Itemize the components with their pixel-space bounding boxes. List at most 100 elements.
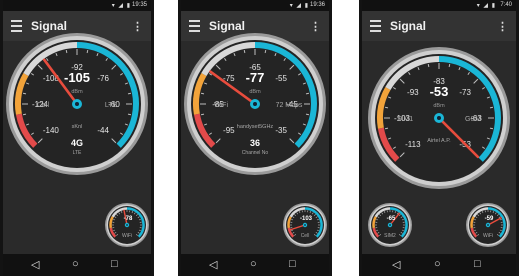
tick-label: -44 [97,126,109,135]
app-bar: Signal ⋮ [362,11,516,41]
signal-unit: dBm [71,89,83,95]
app-title: Signal [31,19,68,33]
operator-label: handyset5GHz [237,124,274,130]
status-bar: ▾ ◢ ▮ 7:40 [362,0,516,11]
network-left-label: WiFi [214,102,228,109]
gauge-tick [65,49,68,54]
sub-label: Channel No [242,150,269,156]
hamburger-menu-icon[interactable] [189,20,200,32]
network-right-label: GSM [465,116,481,123]
gauge-hub-center [304,224,306,226]
signal-value: -105 [64,70,90,85]
nav-recents-icon[interactable]: □ [474,258,481,270]
status-time: 19:36 [309,2,325,8]
nav-back-icon[interactable]: ◁ [31,258,39,271]
phone-screen-1: ▾ ◢ ▮ 19:35 Signal ⋮ -140 -124 -108 -92 -76-… [0,0,154,276]
mini-gauge-sim2[interactable]: -65 SIM2 [367,202,413,248]
signal-unit: dBm [433,103,445,109]
nav-home-icon[interactable]: ○ [72,258,79,270]
status-icons: ▾ ◢ ▮ [289,3,309,9]
nav-recents-icon[interactable]: □ [111,258,118,270]
signal-gauge: -95-85-75-65-55-45-35-77dBmWiFi 72 Mbpsha… [184,33,326,175]
signal-gauge: -140-124-108-92-76-60-44-105dBmCell LTEsK… [6,33,148,175]
mini-value: -78 [124,216,133,222]
tick-label: -95 [223,126,235,135]
signal-unit: dBm [249,89,261,95]
gauge-tick [22,113,27,116]
app-title: Signal [209,19,246,33]
tick-label: -113 [405,140,421,149]
nav-home-icon[interactable]: ○ [250,258,257,270]
gauge-tick [384,106,389,109]
gauge-hub-center [437,116,441,120]
gauge-hub-center [75,102,79,106]
nav-bar: ◁ ○ □ [181,254,329,276]
gauge-tick [86,49,89,54]
network-right-label: LTE [105,102,118,109]
gauge-tick [384,127,389,130]
mini-gauge-cell[interactable]: -103 Cell [282,202,328,248]
status-bar: ▾ ◢ ▮ 19:36 [181,0,329,11]
signal-value: -53 [430,84,449,99]
screen-3: ▾ ◢ ▮ 7:40 Signal ⋮ -113 -103 -93 -83 -73 -63… [362,0,516,276]
phone-screen-2: ▾ ◢ ▮ 19:36 Signal ⋮ -95 -85 -75 -65 -55 -45-… [178,0,332,276]
mini-gauge-wifi[interactable]: -78 WiFi [104,202,150,248]
gauge-tick [489,127,494,130]
gauge-tick [22,92,27,95]
gauge-hub-center [389,224,391,226]
gauge-hub-center [126,224,128,226]
mini-value: -65 [387,216,396,222]
tick-label: -35 [275,126,287,135]
mini-gauge-wifi[interactable]: -59 WiFi [465,202,511,248]
nav-back-icon[interactable]: ◁ [392,258,400,271]
network-right-label: 72 Mbps [276,102,303,109]
mini-label: WiFi [483,233,493,239]
app-title: Signal [390,19,427,33]
sub-value: 36 [250,138,260,148]
tick-label: -140 [43,126,60,135]
mini-value: -103 [300,216,313,222]
gauge-tick [200,113,205,116]
gauge-tick [200,92,205,95]
gauge-tick [127,92,132,95]
tick-label: -76 [97,74,109,83]
hamburger-menu-icon[interactable] [11,20,22,32]
nav-home-icon[interactable]: ○ [434,258,441,270]
tick-label: -93 [407,88,419,97]
status-time: 7:40 [500,2,512,8]
phone-screen-3: ▾ ◢ ▮ 7:40 Signal ⋮ -113 -103 -93 -83 -73 -63… [359,0,519,276]
gauge-tick [264,49,267,54]
gauge-tick [489,106,494,109]
tick-label: -73 [459,88,471,97]
gauge-tick [448,63,451,68]
network-left-label: Cell [37,102,50,109]
gauge-tick [127,113,132,116]
mini-label: SIM2 [384,233,396,239]
sub-value: 4G [71,138,83,148]
signal-value: -77 [246,70,265,85]
signal-gauge: -113-103-93-83-73-63-53-53dBmSIM1GSMAirt… [368,47,510,189]
gauge-hub-center [487,224,489,226]
network-left-label: SIM1 [397,116,413,123]
sub-label: LTE [73,150,82,156]
status-time: 19:35 [131,2,147,8]
hamburger-menu-icon[interactable] [370,20,381,32]
screen-1: ▾ ◢ ▮ 19:35 Signal ⋮ -140 -124 -108 -92 -76-… [3,0,151,276]
tick-label: -55 [275,74,287,83]
nav-bar: ◁ ○ □ [362,254,516,276]
status-icons: ▾ ◢ ▮ [111,3,131,9]
operator-label: Airtel A.P. [427,138,451,144]
gauge-tick [305,92,310,95]
gauge-hub-center [253,102,257,106]
operator-label: sKnl [72,124,83,130]
mini-value: -59 [485,216,494,222]
more-vert-icon[interactable]: ⋮ [497,20,508,33]
nav-back-icon[interactable]: ◁ [209,258,217,271]
mini-label: WiFi [122,233,132,239]
gauge-tick [305,113,310,116]
status-icons: ▾ ◢ ▮ [476,3,496,9]
nav-recents-icon[interactable]: □ [289,258,296,270]
nav-bar: ◁ ○ □ [3,254,151,276]
gauge-tick [427,63,430,68]
mini-label: Cell [301,233,310,239]
